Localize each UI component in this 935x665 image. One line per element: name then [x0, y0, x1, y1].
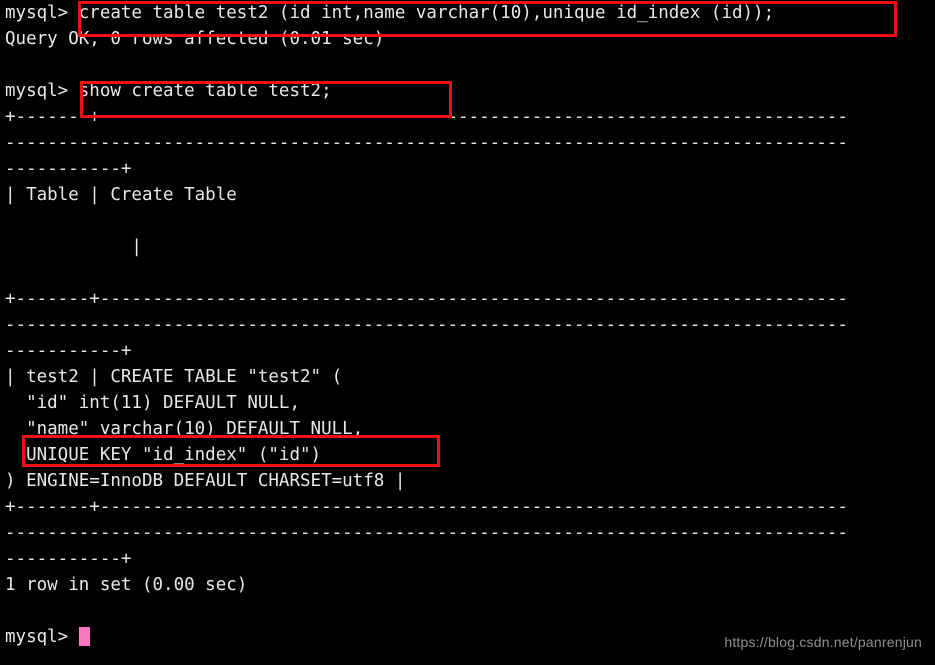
terminal-line-engine-charset: ) ENGINE=InnoDB DEFAULT CHARSET=utf8 |: [5, 471, 406, 491]
watermark-url: https://blog.csdn.net/panrenjun: [724, 634, 922, 650]
terminal-line-separator-bottom-2: ----------------------------------------…: [5, 523, 848, 543]
terminal-line-separator-top-1: +-------+-------------------------------…: [5, 107, 848, 127]
terminal-line-command-show-create: mysql> show create table test2;: [5, 81, 332, 101]
terminal-line-separator-bottom-3: -----------+: [5, 549, 132, 569]
terminal-line-blank-1: [5, 52, 935, 78]
terminal-line-row-count: 1 row in set (0.00 sec): [5, 575, 248, 595]
terminal-line-column-name: "name" varchar(10) DEFAULT NULL,: [5, 419, 364, 439]
terminal-line-separator-mid-1: +-------+-------------------------------…: [5, 289, 848, 309]
text-cursor: [78, 627, 90, 646]
prompt-text: mysql>: [5, 627, 79, 647]
terminal-line-separator-bottom-1: +-------+-------------------------------…: [5, 497, 848, 517]
terminal-window[interactable]: mysql> create table test2 (id int,name v…: [0, 0, 935, 665]
terminal-screen: mysql> create table test2 (id int,name v…: [5, 0, 935, 650]
terminal-line-command-create-table: mysql> create table test2 (id int,name v…: [5, 3, 775, 23]
terminal-line-unique-key: UNIQUE KEY "id_index" ("id"): [5, 445, 322, 465]
terminal-line-header-wrap-pipe: |: [5, 237, 142, 257]
terminal-line-query-ok: Query OK, 0 rows affected (0.01 sec): [5, 29, 385, 49]
terminal-line-separator-mid-3: -----------+: [5, 341, 132, 361]
terminal-line-separator-top-2: ----------------------------------------…: [5, 133, 848, 153]
terminal-line-separator-mid-2: ----------------------------------------…: [5, 315, 848, 335]
terminal-line-blank-3: [5, 260, 935, 286]
terminal-line-table-header: | Table | Create Table: [5, 185, 237, 205]
terminal-line-separator-top-3: -----------+: [5, 159, 132, 179]
terminal-line-create-table-stmt: | test2 | CREATE TABLE "test2" (: [5, 367, 343, 387]
terminal-line-blank-2: [5, 208, 935, 234]
terminal-line-blank-4: [5, 598, 935, 624]
terminal-line-column-id: "id" int(11) DEFAULT NULL,: [5, 393, 301, 413]
